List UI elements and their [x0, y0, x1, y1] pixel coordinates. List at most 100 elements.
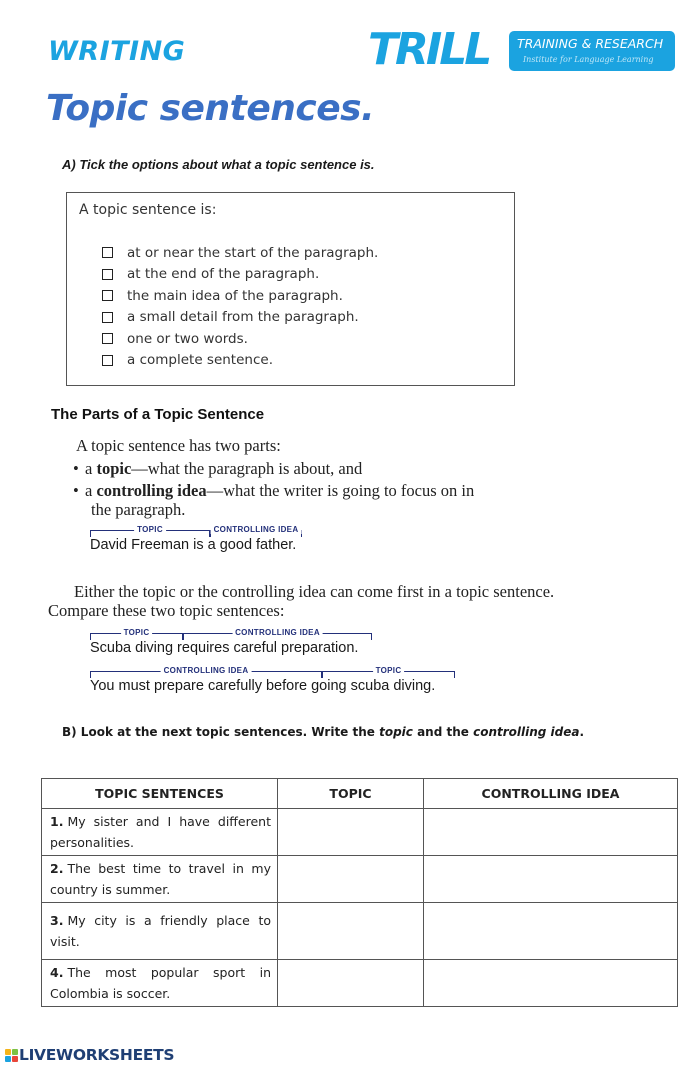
example-part-topic: David Freeman [90, 537, 190, 553]
option-label: at or near the start of the paragraph. [127, 244, 379, 261]
instruction-text: B) Look at the next topic sentences. Wri… [62, 725, 380, 739]
column-header: TOPIC [277, 778, 424, 809]
option-item[interactable]: at or near the start of the paragraph. [102, 242, 378, 264]
icon-tile [5, 1048, 11, 1055]
instruction-emphasis: topic [379, 725, 413, 739]
icon-tile [12, 1055, 18, 1062]
option-label: one or two words. [127, 330, 248, 347]
bracket-label: TOPIC [372, 666, 405, 675]
option-label: at the end of the paragraph. [127, 266, 320, 283]
icon-tile [12, 1048, 18, 1055]
logo-badge-title: TRAINING & RESEARCH [517, 36, 664, 51]
row-number: 4. [50, 965, 64, 980]
instruction-text: and the [412, 725, 474, 739]
sentence-cell: 2. The best time to travel in my country … [41, 855, 278, 903]
bullet-term: controlling idea [96, 481, 207, 500]
option-item[interactable]: one or two words. [102, 328, 378, 350]
bracket-label: CONTROLLING IDEA [210, 525, 302, 534]
row-number: 3. [50, 913, 64, 928]
options-list: at or near the start of the paragraph. a… [102, 242, 378, 371]
bullet-dot: • [73, 481, 79, 500]
sentence-cell: 1. My sister and I have different persona… [41, 808, 278, 856]
controlling-idea-bracket: CONTROLLING IDEA [210, 525, 302, 537]
controlling-idea-bracket: CONTROLLING IDEA [90, 666, 322, 678]
example-part-idea: is a good father. [189, 537, 297, 553]
topic-sentence-options-box: A topic sentence is: at or near the star… [66, 192, 515, 386]
topic-answer-cell[interactable] [277, 808, 424, 856]
bullet-term: topic [96, 459, 132, 478]
liveworksheets-wordmark: LIVEWORKSHEETS [19, 1046, 175, 1064]
topic-answer-cell[interactable] [277, 959, 424, 1007]
bullet-text: —what the writer is going to focus on in [206, 481, 475, 500]
table-row: 3. My city is a friendly place to visit. [41, 902, 678, 960]
topic-bracket: TOPIC [90, 628, 183, 640]
option-item[interactable]: a small detail from the paragraph. [102, 307, 378, 329]
options-box-title: A topic sentence is: [79, 202, 217, 218]
controlling-idea-answer-cell[interactable] [423, 808, 678, 856]
topic-bracket: TOPIC [90, 525, 210, 537]
bullet-text: a [85, 481, 97, 500]
bullet-text: —what the paragraph is about, and [131, 459, 363, 478]
option-label: a complete sentence. [127, 352, 273, 369]
section-b-instruction: B) Look at the next topic sentences. Wri… [62, 725, 584, 739]
option-label: the main idea of the paragraph. [127, 287, 343, 304]
example-part-topic: going scuba diving. [307, 678, 436, 694]
column-header: TOPIC SENTENCES [41, 778, 278, 809]
compare-line: Compare these two topic sentences: [48, 601, 285, 620]
logo-badge-subtitle: Institute for Language Learning [523, 55, 654, 64]
topic-bracket: TOPIC [322, 666, 455, 678]
controlling-idea-answer-cell[interactable] [423, 959, 678, 1007]
row-number: 2. [50, 861, 64, 876]
sentence-text: My sister and I have different personali… [50, 814, 271, 850]
icon-tile [5, 1055, 11, 1062]
option-item[interactable]: a complete sentence. [102, 350, 378, 372]
bracket-label: TOPIC [120, 628, 153, 637]
checkbox[interactable] [102, 290, 113, 302]
bracket-label: CONTROLLING IDEA [160, 666, 252, 675]
option-item[interactable]: the main idea of the paragraph. [102, 285, 378, 307]
sentence-text: The most popular sport in Colombia is so… [50, 965, 271, 1001]
option-item[interactable]: at the end of the paragraph. [102, 264, 378, 286]
checkbox[interactable] [102, 311, 113, 323]
checkbox[interactable] [102, 268, 113, 280]
topic-answer-cell[interactable] [277, 855, 424, 903]
checkbox[interactable] [102, 333, 113, 345]
liveworksheets-logo[interactable]: LIVEWORKSHEETS [5, 1046, 175, 1064]
table-row: 2. The best time to travel in my country … [41, 855, 678, 903]
example-text: David Freeman is a good father. [90, 537, 296, 553]
row-number: 1. [50, 814, 64, 829]
table-row: 1. My sister and I have different persona… [41, 808, 678, 856]
liveworksheets-icon [5, 1048, 18, 1062]
checkbox[interactable] [102, 354, 113, 366]
either-paragraph: Either the topic or the controlling idea… [74, 582, 555, 601]
bullet-continuation: the paragraph. [91, 500, 186, 519]
example-part-idea: requires careful preparation. [173, 640, 359, 656]
sentence-text: My city is a friendly place to visit. [50, 913, 271, 949]
bracket-label: CONTROLLING IDEA [232, 628, 323, 637]
controlling-idea-answer-cell[interactable] [423, 902, 678, 960]
logo-wordmark: TRILL [368, 24, 492, 75]
parts-heading: The Parts of a Topic Sentence [51, 406, 265, 423]
example-text: You must prepare carefully before going … [90, 678, 435, 694]
bullet-controlling-idea: • a controlling idea—what the writer is g… [73, 481, 474, 501]
page-title: Topic sentences. [46, 88, 375, 129]
controlling-idea-bracket: CONTROLLING IDEA [183, 628, 372, 640]
bullet-topic: • a topic—what the paragraph is about, an… [73, 459, 362, 479]
parts-intro: A topic sentence has two parts: [76, 436, 281, 455]
bullet-text: a [85, 459, 97, 478]
example-part-idea: You must prepare carefully before [90, 678, 308, 694]
logo-badge: TRAINING & RESEARCH Institute for Langua… [509, 31, 675, 71]
topic-answer-cell[interactable] [277, 902, 424, 960]
topic-sentences-table: TOPIC SENTENCES TOPIC CONTROLLING IDEA 1… [41, 778, 678, 1007]
table-row: 4. The most popular sport in Colombia is … [41, 959, 678, 1007]
example-part-topic: Scuba diving [90, 640, 174, 656]
trill-logo: TRILL TRAINING & RESEARCH Institute for … [368, 24, 675, 75]
controlling-idea-answer-cell[interactable] [423, 855, 678, 903]
column-header: CONTROLLING IDEA [423, 778, 678, 809]
sentence-cell: 4. The most popular sport in Colombia is … [41, 959, 278, 1007]
sentence-cell: 3. My city is a friendly place to visit. [41, 902, 278, 960]
example-text: Scuba diving requires careful preparatio… [90, 640, 358, 656]
bracket-label: TOPIC [134, 525, 166, 534]
instruction-emphasis: controlling idea [473, 725, 580, 739]
checkbox[interactable] [102, 247, 113, 259]
